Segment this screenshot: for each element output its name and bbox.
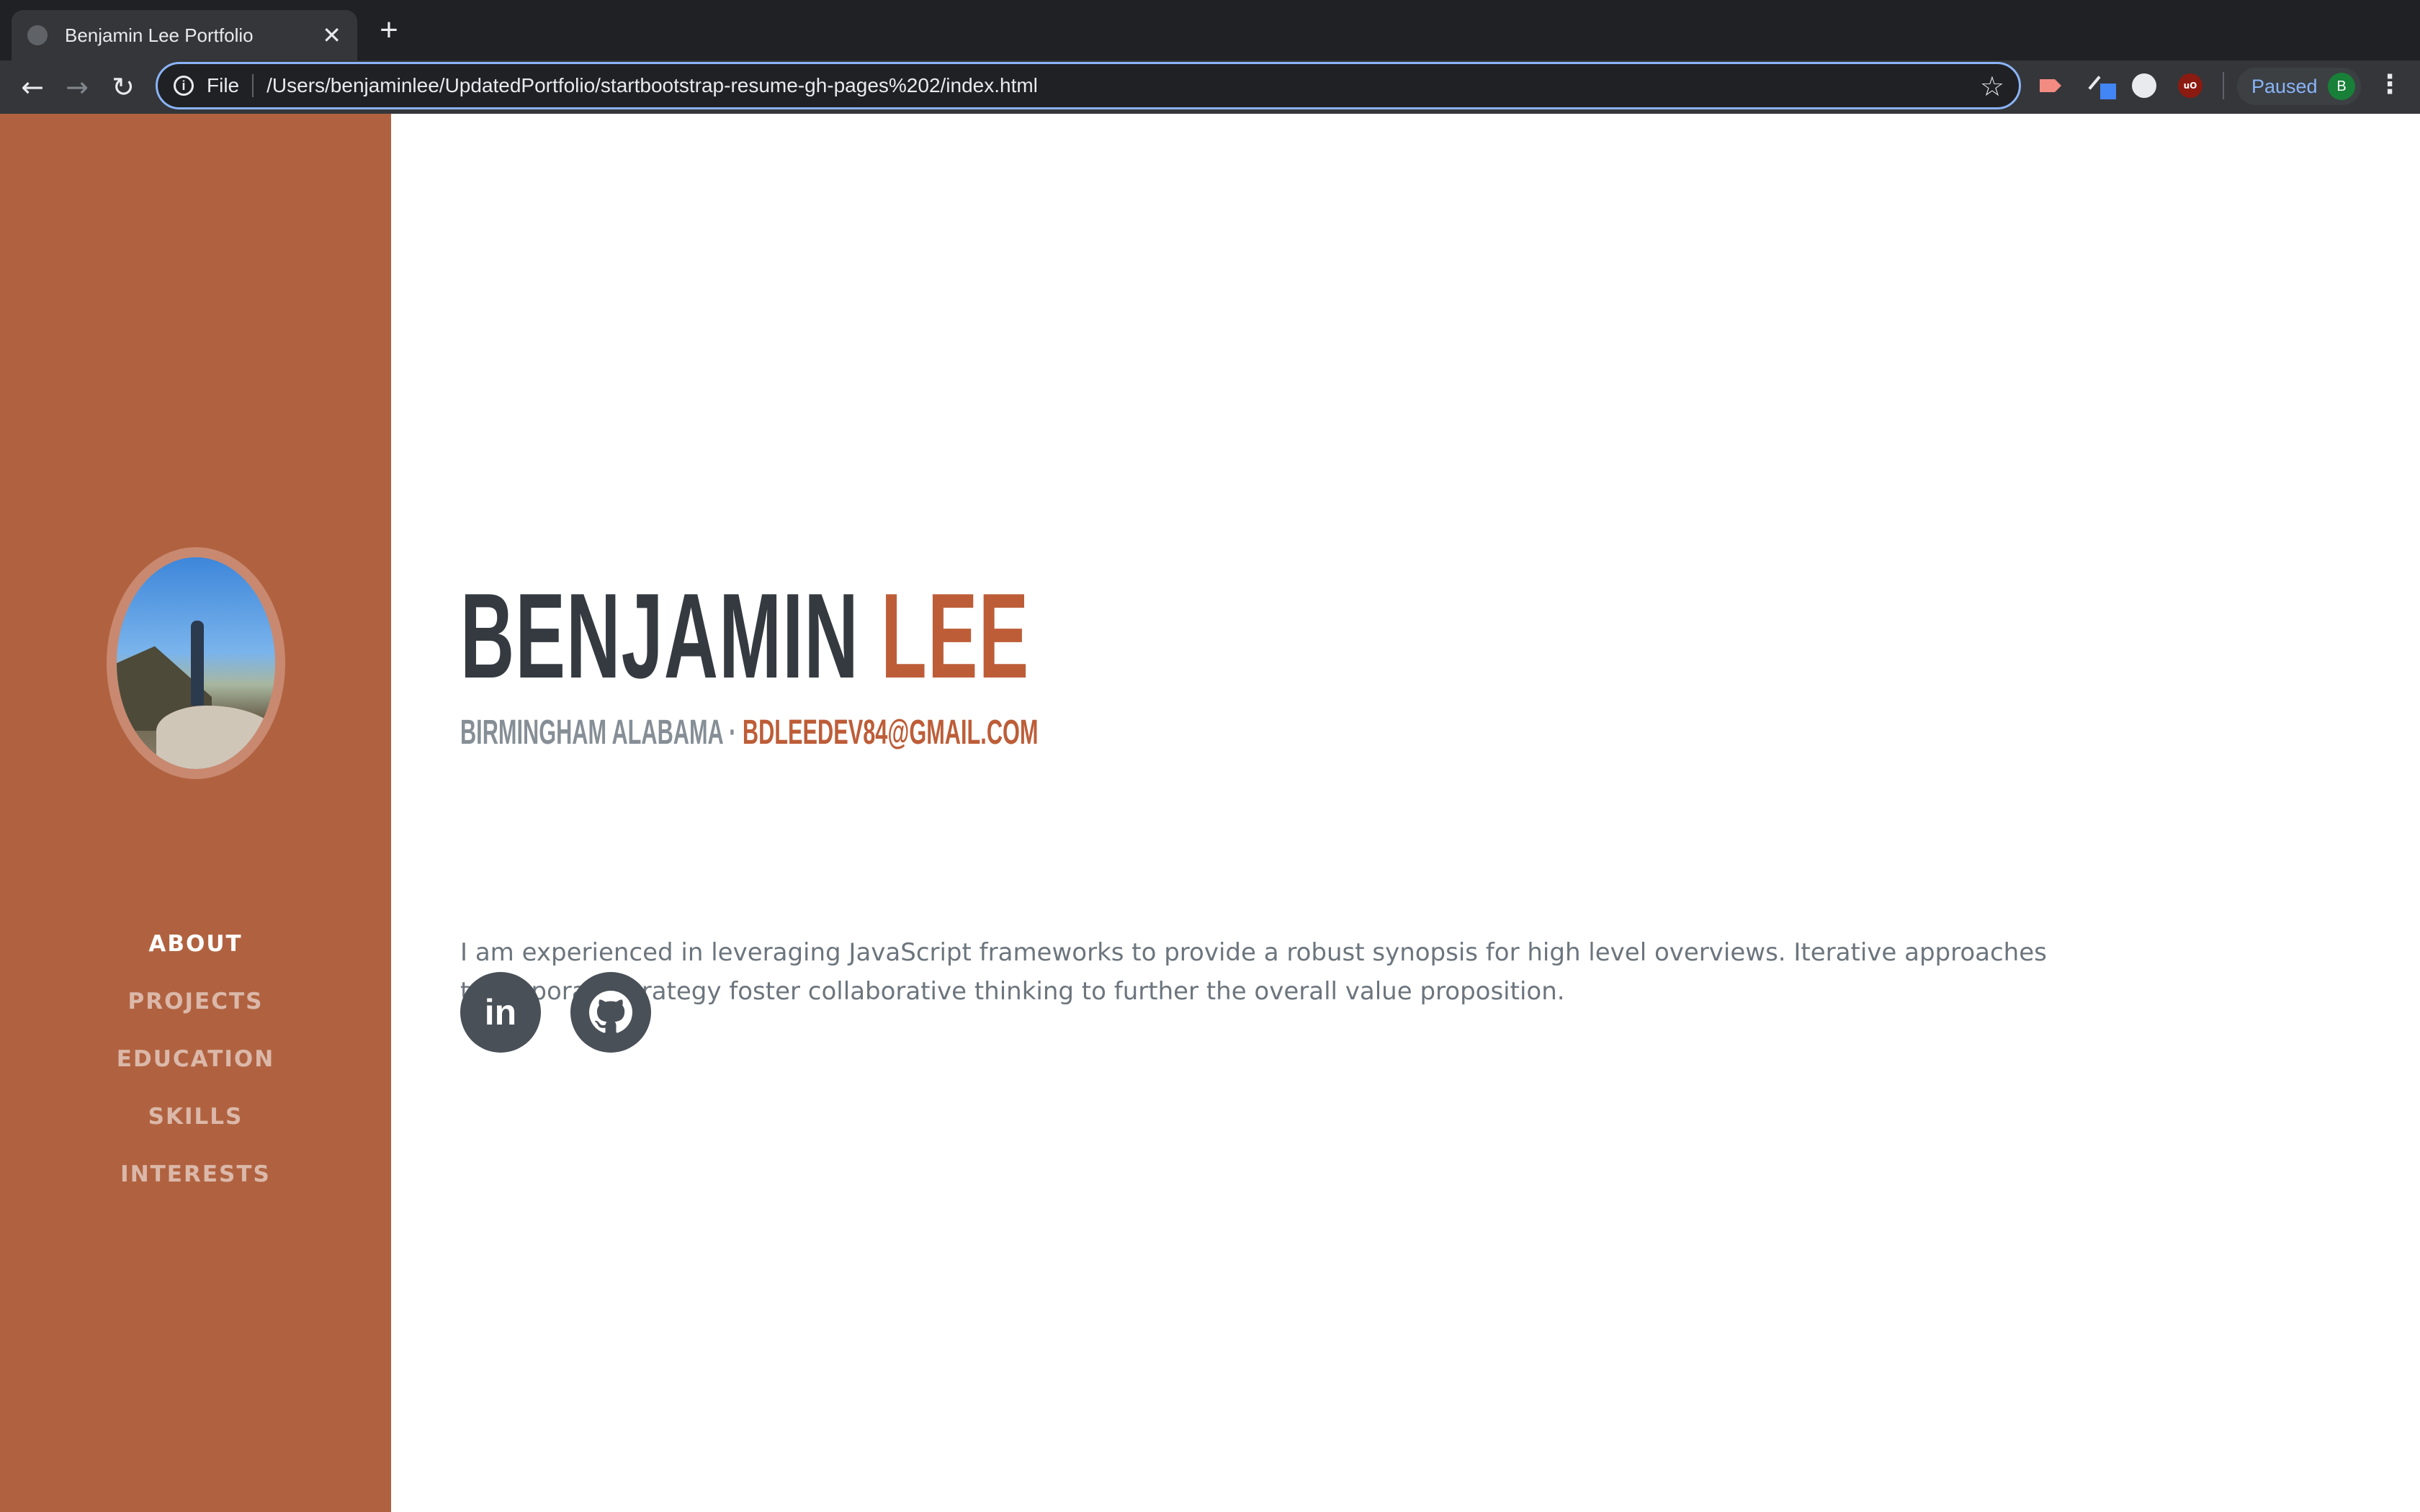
nav-link-projects[interactable]: PROJECTS: [128, 978, 264, 1035]
sync-status-label: Paused: [2251, 75, 2318, 97]
nav-link-interests[interactable]: INTERESTS: [120, 1151, 271, 1208]
location-text: BIRMINGHAM ALABAMA ·: [460, 714, 737, 752]
nav-link-skills[interactable]: SKILLS: [148, 1093, 243, 1151]
forward-arrow-icon[interactable]: →: [60, 71, 94, 104]
bookmark-star-icon[interactable]: ☆: [1980, 71, 2004, 102]
linkedin-icon: in: [484, 992, 517, 1032]
about-section: BENJAMIN LEE BIRMINGHAM ALABAMA · BDLEED…: [391, 114, 2420, 1512]
profile-avatar: B: [2328, 73, 2355, 100]
info-icon[interactable]: i: [174, 76, 194, 96]
nav-link-education[interactable]: EDUCATION: [117, 1035, 274, 1093]
contact-subheading: BIRMINGHAM ALABAMA · BDLEEDEV84@GMAIL.CO…: [460, 711, 1038, 755]
toolbar-divider: [2223, 72, 2224, 99]
url-text[interactable]: /Users/benjaminlee/UpdatedPortfolio/star…: [266, 74, 1038, 97]
profile-button[interactable]: Paused B: [2237, 68, 2361, 105]
globe-icon: [27, 25, 48, 45]
browser-tab[interactable]: Benjamin Lee Portfolio ✕: [12, 10, 357, 60]
about-paragraph: I am experienced in leveraging JavaScrip…: [460, 938, 2047, 1006]
browser-tab-strip: Benjamin Lee Portfolio ✕ +: [0, 0, 2420, 60]
email-link[interactable]: BDLEEDEV84@GMAIL.COM: [743, 714, 1039, 752]
ublock-origin-icon[interactable]: [2178, 73, 2202, 98]
github-icon: [589, 991, 632, 1033]
address-bar[interactable]: i File /Users/benjaminlee/UpdatedPortfol…: [156, 62, 2021, 109]
extension-circle-icon[interactable]: [2132, 73, 2156, 98]
browser-menu-icon[interactable]: ⋮: [2377, 71, 2403, 102]
profile-photo: [117, 557, 275, 769]
profile-photo-frame: [107, 547, 285, 779]
nav-link-about[interactable]: ABOUT: [148, 920, 242, 978]
back-arrow-icon[interactable]: ←: [16, 71, 49, 104]
github-button[interactable]: [570, 972, 651, 1053]
new-tab-button[interactable]: +: [375, 14, 403, 46]
page-title: BENJAMIN LEE: [460, 575, 1029, 697]
close-tab-icon[interactable]: ✕: [322, 24, 341, 47]
sidebar: ABOUT PROJECTS EDUCATION SKILLS INTEREST…: [0, 114, 391, 1512]
last-name: LEE: [881, 568, 1030, 703]
reload-icon[interactable]: ↻: [107, 71, 140, 104]
linkedin-button[interactable]: in: [460, 972, 541, 1053]
extension-video-icon[interactable]: [2038, 73, 2063, 98]
tab-title: Benjamin Lee Portfolio: [65, 24, 254, 46]
extension-pen-icon[interactable]: [2090, 73, 2116, 99]
first-name: BENJAMIN: [460, 568, 859, 703]
url-scheme-label: File: [207, 74, 254, 97]
sidebar-nav: ABOUT PROJECTS EDUCATION SKILLS INTEREST…: [0, 920, 391, 1208]
